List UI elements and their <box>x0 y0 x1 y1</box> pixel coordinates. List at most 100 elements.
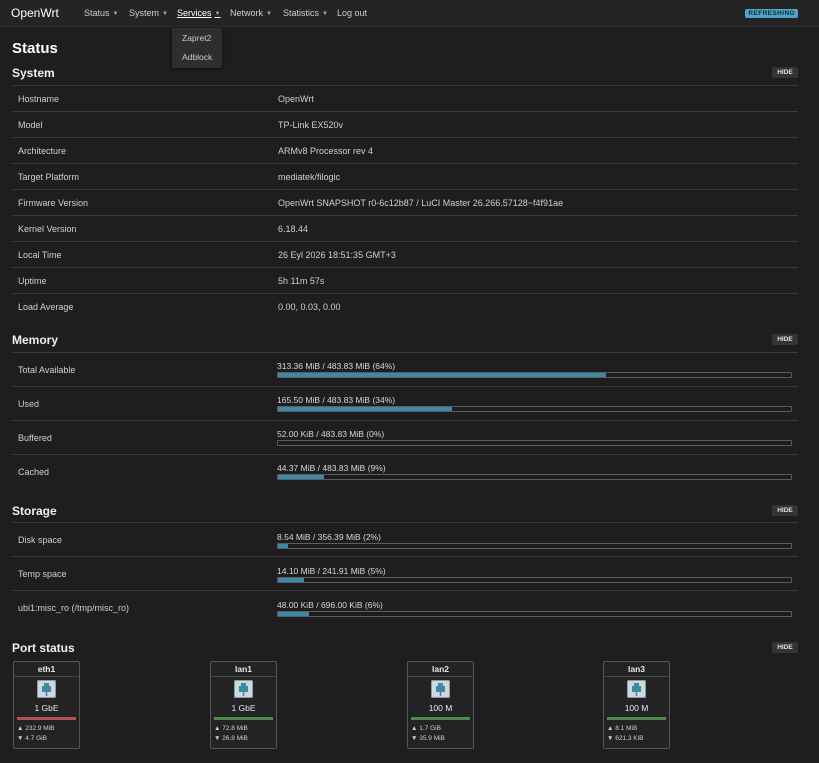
port-speed: 1 GbE <box>34 703 59 713</box>
table-row: Uptime 5h 11m 57s <box>12 267 798 293</box>
port-name: lan1 <box>211 664 276 677</box>
port-rx: ▼ 26.8 MiB <box>214 735 248 742</box>
progress-track <box>277 543 792 549</box>
memory-table: Total Available 313.36 MiB / 483.83 MiB … <box>12 352 798 488</box>
progress-track <box>277 474 792 480</box>
port-speed: 100 M <box>428 703 453 713</box>
row-key: Model <box>18 120 43 130</box>
progress-label: 48.00 KiB / 696.00 KiB (6%) <box>277 600 383 610</box>
progress-fill <box>278 544 289 548</box>
port-link-indicator <box>214 717 273 720</box>
port-card-lan3: lan3 100 M ▲ 8.1 MiB ▼ 621.3 KiB <box>603 661 670 749</box>
ethernet-port-icon <box>234 680 253 698</box>
port-link-indicator <box>411 717 470 720</box>
hide-memory-button[interactable]: HIDE <box>772 334 798 345</box>
progress-bar: 8.54 MiB / 356.39 MiB (2%) <box>277 532 792 549</box>
table-row: Load Average 0.00, 0.03, 0.00 <box>12 293 798 319</box>
system-table: Hostname OpenWrt Model TP-Link EX520v Arch… <box>12 85 798 319</box>
row-value: 0.00, 0.03, 0.00 <box>278 302 341 312</box>
progress-label: 14.10 MiB / 241.91 MiB (5%) <box>277 566 386 576</box>
table-row: Used 165.50 MiB / 483.83 MiB (34%) <box>12 386 798 420</box>
chevron-down-icon: ▼ <box>112 11 119 17</box>
chevron-down-icon: ▼ <box>266 11 272 17</box>
row-value: OpenWrt SNAPSHOT r0-6c12b87 / LuCI Maste… <box>278 198 564 208</box>
progress-label: 8.54 MiB / 356.39 MiB (2%) <box>277 532 381 542</box>
hide-system-button[interactable]: HIDE <box>772 67 798 78</box>
port-tx: ▲ 8.1 MiB <box>607 725 638 732</box>
row-key: Local Time <box>18 250 62 260</box>
menu-services[interactable]: Services ▼ <box>177 8 220 18</box>
progress-fill <box>278 373 607 377</box>
progress-fill <box>278 578 304 582</box>
table-row: Target Platform mediatek/filogic <box>12 163 798 189</box>
progress-bar: 165.50 MiB / 483.83 MiB (34%) <box>277 395 792 412</box>
menu-network[interactable]: Network ▼ <box>230 8 272 18</box>
row-value: 5h 11m 57s <box>278 276 325 286</box>
row-key: Architecture <box>18 146 67 156</box>
hide-ports-button[interactable]: HIDE <box>772 642 798 653</box>
port-rx: ▼ 35.9 MiB <box>411 735 445 742</box>
port-card-lan1: lan1 1 GbE ▲ 72.8 MiB ▼ 26.8 MiB <box>210 661 277 749</box>
port-name: lan2 <box>408 664 473 677</box>
top-navbar: OpenWrt Status ▼ System ▼ Services ▼ Networ… <box>0 0 819 27</box>
dropdown-item-adblock[interactable]: Adblock <box>182 52 212 62</box>
row-key: Kernel Version <box>18 224 77 234</box>
progress-label: 165.50 MiB / 483.83 MiB (34%) <box>277 395 396 405</box>
port-link-indicator <box>17 717 76 720</box>
row-key: Firmware Version <box>18 198 89 208</box>
row-value: 26 Eyl 2026 18:51:35 GMT+3 <box>278 250 396 260</box>
port-rx: ▼ 4.7 GiB <box>17 735 47 742</box>
table-row: Disk space 8.54 MiB / 356.39 MiB (2%) <box>12 522 798 556</box>
port-card-lan2: lan2 100 M ▲ 1.7 GiB ▼ 35.9 MiB <box>407 661 474 749</box>
progress-bar: 14.10 MiB / 241.91 MiB (5%) <box>277 566 792 583</box>
row-key: ubi1:misc_ro (/tmp/misc_ro) <box>18 603 130 613</box>
menu-logout[interactable]: Log out <box>337 8 367 18</box>
port-tx: ▲ 72.8 MiB <box>214 725 248 732</box>
menu-statistics[interactable]: Statistics ▼ <box>283 8 328 18</box>
row-key: Disk space <box>18 535 63 545</box>
table-row: Local Time 26 Eyl 2026 18:51:35 GMT+3 <box>12 241 798 267</box>
row-value: TP-Link EX520v <box>278 120 344 130</box>
services-dropdown: Zapret2 Adblock <box>172 28 222 68</box>
table-row: Buffered 52.00 KiB / 483.83 MiB (0%) <box>12 420 798 454</box>
page-title: Status <box>12 40 58 57</box>
row-key: Target Platform <box>18 172 80 182</box>
row-value: ARMv8 Processor rev 4 <box>278 146 374 156</box>
progress-track <box>277 406 792 412</box>
table-row: Temp space 14.10 MiB / 241.91 MiB (5%) <box>12 556 798 590</box>
menu-system[interactable]: System ▼ <box>129 8 168 18</box>
ethernet-port-icon <box>627 680 646 698</box>
progress-track <box>277 611 792 617</box>
port-speed: 100 M <box>624 703 649 713</box>
port-name: eth1 <box>14 664 79 677</box>
row-key: Load Average <box>18 302 74 312</box>
row-key: Used <box>18 399 40 409</box>
table-row: Model TP-Link EX520v <box>12 111 798 137</box>
menu-status[interactable]: Status ▼ <box>84 8 118 18</box>
table-row: Firmware Version OpenWrt SNAPSHOT r0-6c12… <box>12 189 798 215</box>
progress-bar: 52.00 KiB / 483.83 MiB (0%) <box>277 429 792 446</box>
chevron-down-icon: ▼ <box>162 11 168 17</box>
row-key: Buffered <box>18 433 52 443</box>
section-title-storage: Storage <box>12 504 57 518</box>
port-tx: ▲ 232.9 MiB <box>17 725 55 732</box>
ethernet-port-icon <box>431 680 450 698</box>
row-key: Temp space <box>18 569 67 579</box>
progress-fill <box>278 475 325 479</box>
refreshing-badge[interactable]: REFRESHING <box>745 9 798 18</box>
row-key: Uptime <box>18 276 47 286</box>
hide-storage-button[interactable]: HIDE <box>772 505 798 516</box>
dropdown-item-zapret2[interactable]: Zapret2 <box>182 33 211 43</box>
table-row: Cached 44.37 MiB / 483.83 MiB (9%) <box>12 454 798 488</box>
row-value: 6.18.44 <box>278 224 309 234</box>
row-value: OpenWrt <box>278 94 314 104</box>
row-key: Total Available <box>18 365 76 375</box>
brand-logo[interactable]: OpenWrt <box>11 6 59 20</box>
chevron-down-icon: ▼ <box>214 11 221 17</box>
port-name: lan3 <box>604 664 669 677</box>
table-row: Total Available 313.36 MiB / 483.83 MiB … <box>12 352 798 386</box>
section-title-system: System <box>12 66 55 80</box>
progress-label: 313.36 MiB / 483.83 MiB (64%) <box>277 361 396 371</box>
port-link-indicator <box>607 717 666 720</box>
storage-table: Disk space 8.54 MiB / 356.39 MiB (2%) Te… <box>12 522 798 624</box>
